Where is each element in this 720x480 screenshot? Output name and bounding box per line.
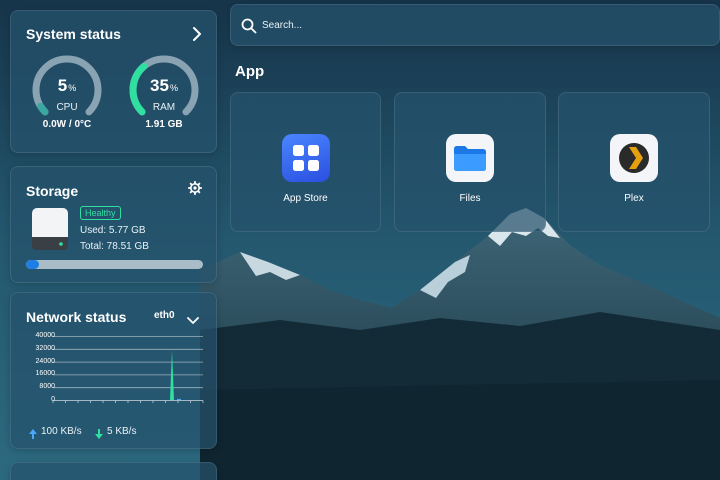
- app-tile-label: App Store: [283, 193, 328, 204]
- app-tile-app-store[interactable]: App Store: [230, 92, 381, 232]
- ram-unit: %: [169, 83, 178, 93]
- storage-total: Total: 78.51 GB: [80, 241, 149, 252]
- storage-card: Storage Healthy Used: 5.77 GB Total: 78.…: [10, 166, 217, 283]
- network-status-title: Network status: [26, 309, 127, 325]
- ram-label: RAM: [152, 102, 176, 113]
- storage-usage-fill: [26, 260, 39, 269]
- cpu-power-temp: 0.0W / 0°C: [42, 119, 92, 130]
- ram-gauge: 35% RAM 1.91 GB: [128, 54, 200, 139]
- cpu-gauge: 5% CPU 0.0W / 0°C: [31, 54, 103, 139]
- app-section-title: App: [235, 63, 265, 80]
- plex-icon: [610, 134, 658, 182]
- collapsed-widget-card: [10, 462, 217, 480]
- cpu-value: 5: [57, 76, 68, 95]
- search-placeholder: Search...: [262, 20, 303, 31]
- app-store-icon: [282, 134, 330, 182]
- storage-title: Storage: [26, 183, 79, 199]
- upload-arrow-icon: [29, 426, 37, 444]
- system-status-title: System status: [26, 26, 121, 42]
- cpu-unit: %: [68, 83, 77, 93]
- search-icon: [241, 18, 257, 39]
- ram-used: 1.91 GB: [145, 119, 183, 130]
- network-status-card: Network status eth0 40000 32000 24000 16000…: [10, 292, 217, 449]
- ram-value: 35: [150, 76, 169, 95]
- upload-speed: 100 KB/s: [41, 426, 82, 437]
- chevron-right-icon[interactable]: [192, 27, 202, 46]
- cpu-label: CPU: [56, 102, 78, 113]
- app-tile-files[interactable]: Files: [394, 92, 546, 232]
- hard-drive-icon: [31, 207, 69, 256]
- folder-icon: [446, 134, 494, 182]
- download-arrow-icon: [95, 426, 103, 444]
- chevron-down-icon[interactable]: [187, 312, 199, 330]
- app-tile-plex[interactable]: Plex: [558, 92, 710, 232]
- search-bar[interactable]: Search...: [230, 4, 720, 46]
- download-speed: 5 KB/s: [107, 426, 137, 437]
- health-badge: Healthy: [80, 206, 121, 220]
- storage-used: Used: 5.77 GB: [80, 225, 146, 236]
- system-status-card: System status 5% CPU 0.0W / 0°C 35% RAM …: [10, 10, 217, 153]
- gear-icon[interactable]: [187, 180, 203, 200]
- network-chart: [52, 336, 204, 403]
- storage-usage-bar: [26, 260, 203, 269]
- interface-selector[interactable]: eth0: [154, 310, 175, 321]
- app-tile-label: Files: [459, 193, 481, 204]
- app-tile-label: Plex: [624, 193, 644, 204]
